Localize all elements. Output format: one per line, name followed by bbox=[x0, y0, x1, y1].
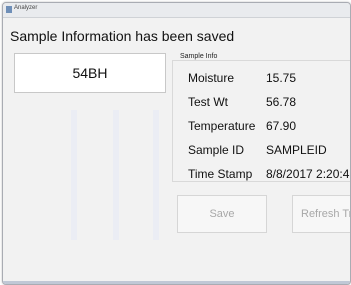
info-value: 67.90 bbox=[266, 119, 297, 133]
info-row-time-stamp: Time Stamp 8/8/2017 2:20:4 bbox=[188, 167, 349, 181]
info-label: Sample ID bbox=[188, 143, 245, 157]
info-value: 56.78 bbox=[266, 95, 297, 109]
background-decoration bbox=[153, 110, 159, 240]
background-decoration bbox=[113, 110, 119, 240]
save-button[interactable]: Save bbox=[177, 195, 267, 233]
info-row-test-wt: Test Wt 56.78 bbox=[188, 95, 296, 109]
refresh-button[interactable]: Refresh Tr bbox=[292, 195, 350, 233]
background-decoration bbox=[71, 110, 77, 240]
taskbar-edge bbox=[3, 281, 350, 284]
sample-button[interactable]: 54BH bbox=[14, 53, 166, 93]
title-bar: Analyzer bbox=[3, 3, 350, 18]
info-row-sample-id: Sample ID SAMPLEID bbox=[188, 143, 327, 157]
sample-info-title: Sample Info bbox=[178, 53, 220, 60]
info-label: Time Stamp bbox=[188, 167, 253, 181]
window-title: Analyzer bbox=[14, 5, 38, 11]
info-label: Temperature bbox=[188, 119, 256, 133]
status-message: Sample Information has been saved bbox=[10, 28, 235, 44]
info-label: Test Wt bbox=[188, 95, 229, 109]
info-row-temperature: Temperature 67.90 bbox=[188, 119, 296, 133]
info-label: Moisture bbox=[188, 71, 235, 85]
info-value: SAMPLEID bbox=[266, 143, 327, 157]
info-value: 8/8/2017 2:20:4 bbox=[266, 167, 350, 181]
app-window: Analyzer Sample Information has been sav… bbox=[2, 2, 351, 285]
main-content: Sample Information has been saved 54BH S… bbox=[3, 18, 350, 284]
info-value: 15.75 bbox=[266, 71, 297, 85]
info-row-moisture: Moisture 15.75 bbox=[188, 71, 296, 85]
app-icon bbox=[6, 6, 12, 13]
